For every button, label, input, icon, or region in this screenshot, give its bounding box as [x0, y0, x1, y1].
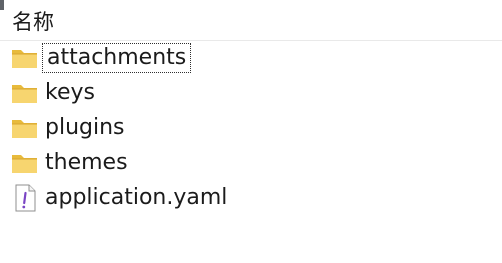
folder-row-themes[interactable]: themes [10, 148, 430, 178]
folder-icon [10, 148, 40, 178]
folder-label-themes: themes [45, 150, 128, 175]
folder-row-plugins[interactable]: plugins [10, 113, 430, 143]
folder-row-attachments[interactable]: attachments [10, 43, 430, 73]
file-list: attachments keys plugins themes applicat… [0, 43, 502, 263]
folder-icon [10, 78, 40, 108]
folder-icon [10, 113, 40, 143]
folder-label-plugins: plugins [45, 115, 125, 140]
yaml-file-icon [10, 183, 40, 213]
folder-label-keys: keys [45, 80, 95, 105]
header-divider [0, 40, 502, 41]
window-edge-mark [0, 0, 4, 10]
folder-label-attachments: attachments [42, 43, 192, 73]
folder-icon [10, 43, 40, 73]
file-row-application-yaml[interactable]: application.yaml [10, 183, 430, 213]
name-column-header[interactable]: 名称 [12, 7, 54, 37]
folder-row-keys[interactable]: keys [10, 78, 430, 108]
file-label-application-yaml: application.yaml [45, 185, 228, 210]
